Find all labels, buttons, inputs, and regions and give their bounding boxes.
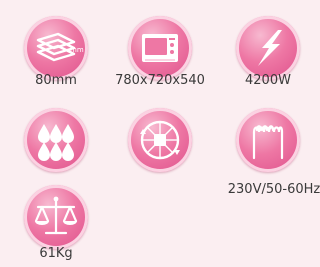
layered-sheets-icon: mm [36, 32, 84, 62]
humidity-badge [24, 108, 88, 172]
electrical-value: 230V/50-60Hz [227, 182, 320, 197]
power-lightning-icon [258, 30, 282, 66]
thickness-badge: mm [24, 16, 88, 80]
feature-dimensions: 780x720x540 [100, 8, 220, 98]
heating-coil-icon [252, 125, 284, 160]
dimensions-badge [128, 16, 192, 80]
feature-power: 4200W [208, 8, 320, 98]
water-drops-icon [38, 124, 74, 161]
convection-fan-icon [140, 120, 180, 160]
weight-value: 61Kg [39, 246, 73, 261]
convection-badge [128, 108, 192, 172]
power-value: 4200W [245, 73, 291, 88]
mm-icon-text: mm [70, 46, 84, 54]
feature-electrical: 230V/50-60Hz [208, 100, 320, 197]
power-badge [236, 16, 300, 80]
scale-icon [34, 196, 78, 235]
dimensions-value: 780x720x540 [115, 73, 205, 88]
feature-weight: 61Kg [0, 177, 120, 267]
oven-icon [142, 34, 178, 62]
top-cropped-text [90, 0, 320, 6]
thickness-value: 80mm [35, 73, 77, 88]
weight-badge [24, 185, 88, 249]
electrical-badge [236, 108, 300, 172]
